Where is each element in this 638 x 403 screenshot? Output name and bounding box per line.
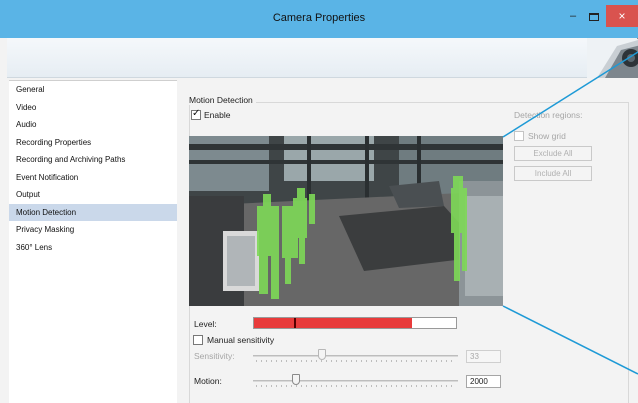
camera-properties-window: Camera Properties – × General Video Audi… <box>0 0 638 403</box>
callout-lines <box>502 51 638 375</box>
